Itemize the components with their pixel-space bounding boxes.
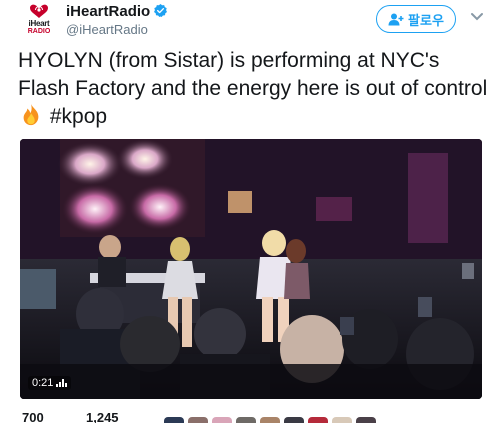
fire-emoji-icon — [23, 103, 39, 126]
display-name[interactable]: iHeartRadio — [66, 3, 150, 21]
retweet-count[interactable]: 700 — [22, 410, 44, 423]
liker-avatar[interactable] — [236, 417, 256, 423]
follow-button-label: 팔로우 — [408, 13, 444, 29]
liker-avatar[interactable] — [260, 417, 280, 423]
tweet-stats: 700 1,245 — [22, 410, 500, 423]
audio-bars-icon — [56, 379, 68, 387]
follow-person-icon — [388, 13, 404, 25]
liker-avatar[interactable] — [212, 417, 232, 423]
video-timestamp: 0:21 — [28, 376, 72, 390]
account-handle[interactable]: @iHeartRadio — [66, 21, 168, 38]
avatar-brand-text: iHeart — [28, 19, 50, 28]
chevron-down-icon[interactable] — [470, 12, 484, 22]
tweet-text: HYOLYN (from Sistar) is performing at NY… — [18, 47, 488, 131]
tweet-body: HYOLYN (from Sistar) is performing at NY… — [18, 49, 488, 100]
hashtag-link[interactable]: #kpop — [44, 105, 107, 128]
avatar-brand-subtext: RADIO — [27, 28, 51, 35]
liker-avatar[interactable] — [284, 417, 304, 423]
verified-badge-icon — [154, 3, 168, 17]
video-player[interactable]: 0:21 — [20, 139, 482, 399]
liker-avatars — [164, 417, 376, 423]
liker-avatar[interactable] — [164, 417, 184, 423]
liker-avatar[interactable] — [356, 417, 376, 423]
video-frame — [20, 139, 482, 399]
liker-avatar[interactable] — [332, 417, 352, 423]
like-count[interactable]: 1,245 — [86, 410, 119, 423]
account-names: iHeartRadio @iHeartRadio — [66, 3, 168, 38]
liker-avatar[interactable] — [308, 417, 328, 423]
tweet-header: iHeart RADIO iHeartRadio @iHeartRadio 팔로… — [0, 0, 500, 40]
follow-button[interactable]: 팔로우 — [376, 5, 456, 33]
avatar[interactable]: iHeart RADIO — [22, 3, 56, 37]
liker-avatar[interactable] — [188, 417, 208, 423]
video-timestamp-label: 0:21 — [32, 377, 54, 389]
